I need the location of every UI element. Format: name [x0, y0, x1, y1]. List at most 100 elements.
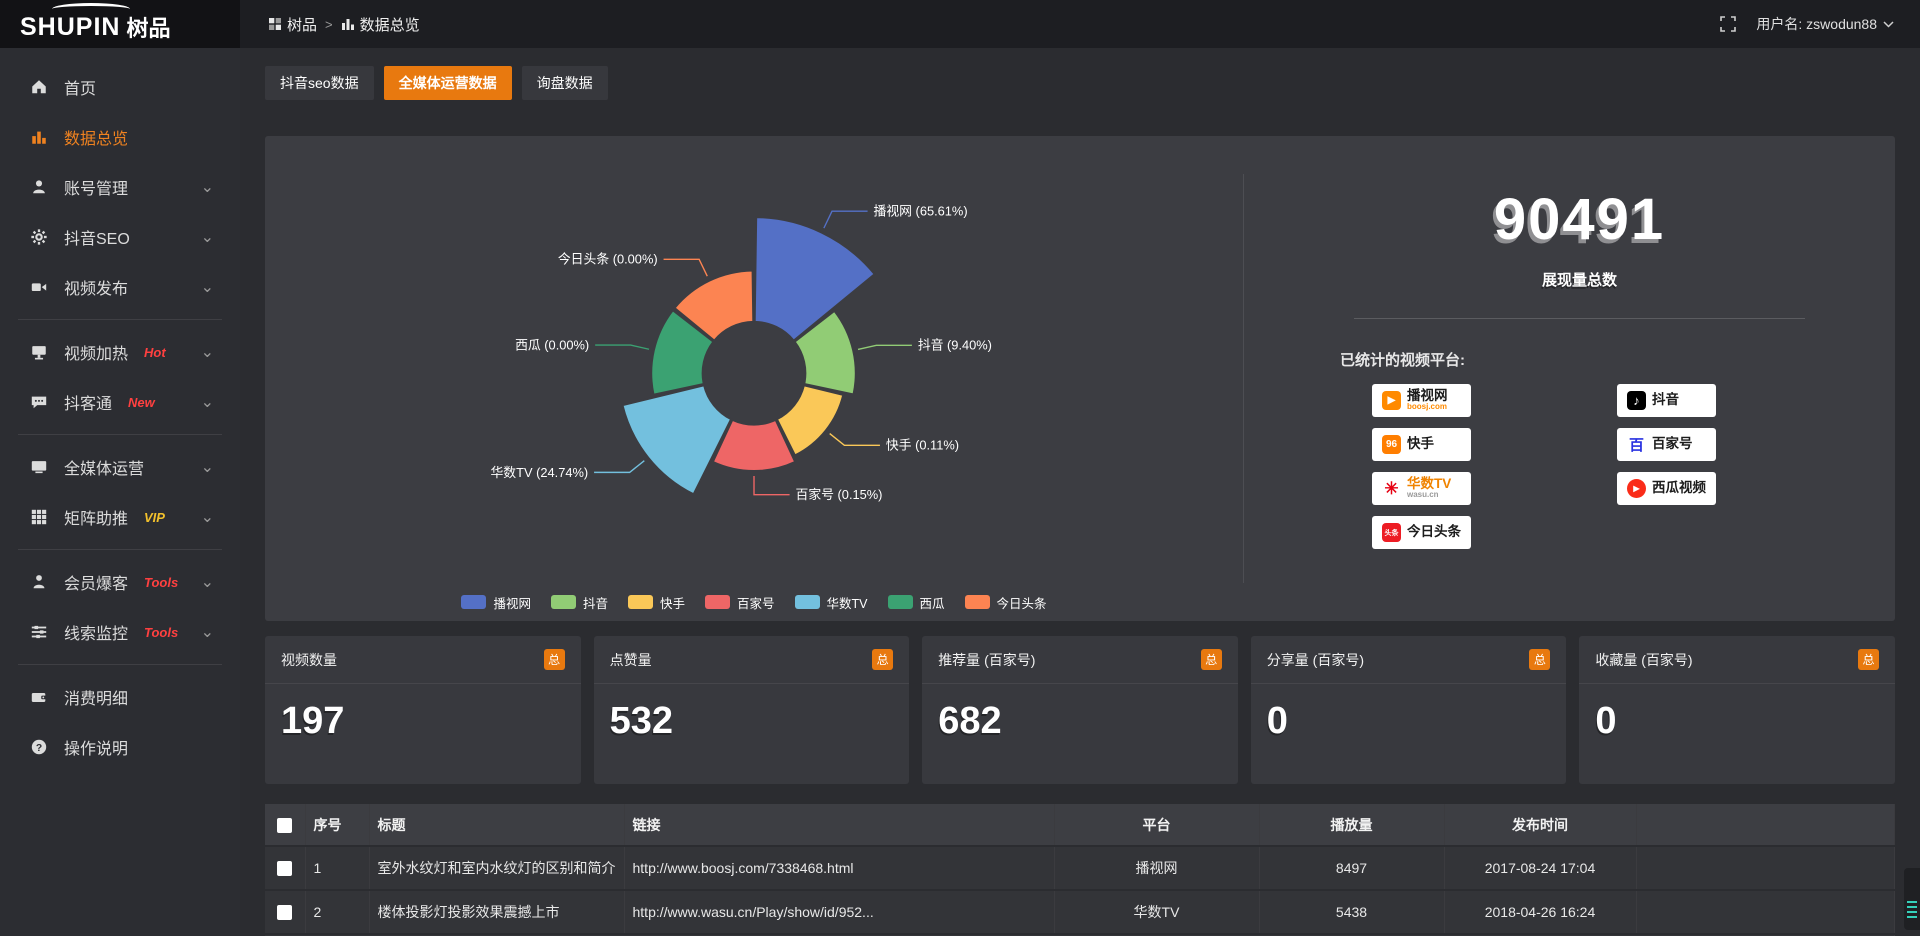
cell-url-link[interactable]: http://www.wasu.cn/Play/show/id/952... — [624, 890, 1054, 934]
sidebar-item-data-overview[interactable]: 数据总览 — [0, 112, 240, 162]
home-icon — [30, 78, 48, 96]
pie-label-line — [594, 461, 644, 473]
fullscreen-icon[interactable] — [1720, 16, 1736, 32]
summary-divider — [1354, 318, 1806, 319]
breadcrumb-current[interactable]: 数据总览 — [341, 14, 420, 35]
tab-omnimedia-data[interactable]: 全媒体运营数据 — [384, 66, 512, 100]
video-data-table: 序号 标题 链接 平台 播放量 发布时间 1 室外水纹灯和室内水纹灯的区别和简介… — [265, 804, 1895, 936]
user-icon — [30, 178, 48, 196]
row-checkbox[interactable] — [277, 861, 292, 876]
platform-badge-xigua[interactable]: ▶ 西瓜视频 — [1617, 472, 1716, 505]
total-badge[interactable]: 总 — [872, 649, 893, 670]
pie-slice-华数TV[interactable] — [622, 385, 731, 494]
sidebar-item-douyin-seo[interactable]: 抖音SEO ⌄ — [0, 212, 240, 262]
cell-url-link[interactable]: http://www.boosj.com/7338468.html — [624, 846, 1054, 890]
user-menu[interactable]: 用户名: zswodun88 — [1756, 14, 1894, 34]
total-badge[interactable]: 总 — [1858, 649, 1879, 670]
sidebar-item-label: 操作说明 — [64, 735, 128, 759]
platform-badge-toutiao[interactable]: 头条 今日头条 — [1372, 516, 1471, 549]
legend-swatch — [705, 595, 730, 609]
floating-widget[interactable] — [1904, 868, 1920, 930]
legend-label: 百家号 — [737, 593, 775, 612]
logo-text-cn: 树品 — [126, 11, 170, 43]
legend-item-今日头条[interactable]: 今日头条 — [965, 593, 1047, 612]
chevron-down-icon: ⌄ — [201, 177, 214, 197]
data-tabs: 抖音seo数据 全媒体运营数据 询盘数据 — [265, 66, 1895, 100]
stat-cards: 视频数量总 197 点赞量总 532 推荐量 (百家号)总 682 分享量 (百… — [265, 636, 1895, 784]
legend-item-抖音[interactable]: 抖音 — [551, 593, 608, 612]
sidebar-item-omnimedia-operation[interactable]: 全媒体运营 ⌄ — [0, 442, 240, 492]
kuaishou-logo-icon: 96 — [1382, 435, 1401, 454]
breadcrumb-home[interactable]: 树品 — [268, 14, 317, 35]
cell-platform: 华数TV — [1054, 890, 1259, 934]
total-badge[interactable]: 总 — [1201, 649, 1222, 670]
legend-item-西瓜[interactable]: 西瓜 — [888, 593, 945, 612]
platform-badge-douyin[interactable]: ♪ 抖音 — [1617, 384, 1716, 417]
legend-swatch — [888, 595, 913, 609]
sidebar-item-home[interactable]: 首页 — [0, 62, 240, 112]
table-row: 1 室外水纹灯和室内水纹灯的区别和简介 http://www.boosj.com… — [265, 846, 1895, 890]
platform-badge-wasu[interactable]: ✳ 华数TVwasu.cn — [1372, 472, 1471, 505]
new-tag: New — [128, 395, 155, 410]
chevron-down-icon: ⌄ — [201, 392, 214, 412]
douyin-logo-icon: ♪ — [1627, 391, 1646, 410]
stat-card-title: 推荐量 (百家号) — [938, 650, 1035, 670]
tab-inquiry-data[interactable]: 询盘数据 — [522, 66, 608, 100]
pie-slice-播视网[interactable] — [755, 217, 875, 340]
sidebar-item-video-publish[interactable]: 视频发布 ⌄ — [0, 262, 240, 312]
platform-subtext: boosj.com — [1407, 403, 1448, 411]
row-checkbox[interactable] — [277, 905, 292, 920]
total-badge[interactable]: 总 — [1529, 649, 1550, 670]
gear-icon — [30, 228, 48, 246]
widget-bar — [1907, 906, 1917, 908]
sidebar-item-douketong[interactable]: 抖客通 New ⌄ — [0, 377, 240, 427]
sidebar-item-label: 抖音SEO — [64, 225, 130, 249]
tab-douyin-seo-data[interactable]: 抖音seo数据 — [265, 66, 374, 100]
col-header-time: 发布时间 — [1444, 804, 1636, 846]
cell-title-link[interactable]: 室外水纹灯和室内水纹灯的区别和简介 — [369, 846, 624, 890]
sidebar-item-account-management[interactable]: 账号管理 ⌄ — [0, 162, 240, 212]
platform-badge-baijiahao[interactable]: 百 百家号 — [1617, 428, 1716, 461]
sidebar-item-lead-monitor[interactable]: 线索监控 Tools ⌄ — [0, 607, 240, 657]
chevron-down-icon: ⌄ — [201, 572, 214, 592]
stat-card-value: 532 — [594, 684, 910, 743]
summary-section: 90491 展现量总数 已统计的视频平台: ▶ 播视网boosj.com 96 … — [1244, 136, 1895, 621]
total-badge[interactable]: 总 — [544, 649, 565, 670]
cell-title-link[interactable]: 楼体投影灯投影效果震撼上市 — [369, 890, 624, 934]
sidebar-item-matrix-boost[interactable]: 矩阵助推 VIP ⌄ — [0, 492, 240, 542]
breadcrumb-separator: > — [325, 17, 333, 32]
platform-name: 快手 — [1407, 437, 1434, 451]
legend-item-快手[interactable]: 快手 — [628, 593, 685, 612]
sidebar-divider — [18, 664, 222, 665]
sidebar-item-spending-details[interactable]: 消费明细 — [0, 672, 240, 722]
sidebar-item-video-heat[interactable]: 视频加热 Hot ⌄ — [0, 327, 240, 377]
rose-chart-section: 播视网 (65.61%)抖音 (9.40%)快手 (0.11%)百家号 (0.1… — [265, 136, 1243, 621]
chevron-down-icon: ⌄ — [201, 342, 214, 362]
pie-label-line — [595, 345, 649, 349]
legend-label: 抖音 — [583, 593, 608, 612]
logo-text: SHUPIN — [20, 15, 120, 40]
sidebar-item-label: 抖客通 — [64, 390, 112, 414]
legend-item-播视网[interactable]: 播视网 — [461, 593, 531, 612]
sidebar-item-member-growth[interactable]: 会员爆客 Tools ⌄ — [0, 557, 240, 607]
pie-label-line — [664, 259, 708, 276]
legend-item-百家号[interactable]: 百家号 — [705, 593, 775, 612]
sidebar-item-instructions[interactable]: ? 操作说明 — [0, 722, 240, 772]
app-logo[interactable]: SHUPIN 树品 — [0, 0, 240, 48]
chevron-down-icon: ⌄ — [201, 227, 214, 247]
platform-name: 播视网 — [1407, 388, 1448, 403]
sidebar-item-label: 线索监控 — [64, 620, 128, 644]
pie-label: 今日头条 (0.00%) — [558, 252, 658, 267]
svg-text:?: ? — [36, 743, 42, 754]
platform-name: 抖音 — [1652, 393, 1679, 407]
person-icon — [30, 573, 48, 591]
select-all-checkbox[interactable] — [277, 818, 292, 833]
sidebar-item-label: 消费明细 — [64, 685, 128, 709]
platform-badge-boosj[interactable]: ▶ 播视网boosj.com — [1372, 384, 1471, 417]
legend-item-华数TV[interactable]: 华数TV — [795, 593, 868, 612]
stat-card-video-count: 视频数量总 197 — [265, 636, 581, 784]
col-header-title: 标题 — [369, 804, 624, 846]
chart-legend: 播视网 抖音 快手 百家号 华数TV 西瓜 今日头条 — [265, 583, 1243, 621]
platform-badge-kuaishou[interactable]: 96 快手 — [1372, 428, 1471, 461]
sidebar-item-label: 视频加热 — [64, 340, 128, 364]
